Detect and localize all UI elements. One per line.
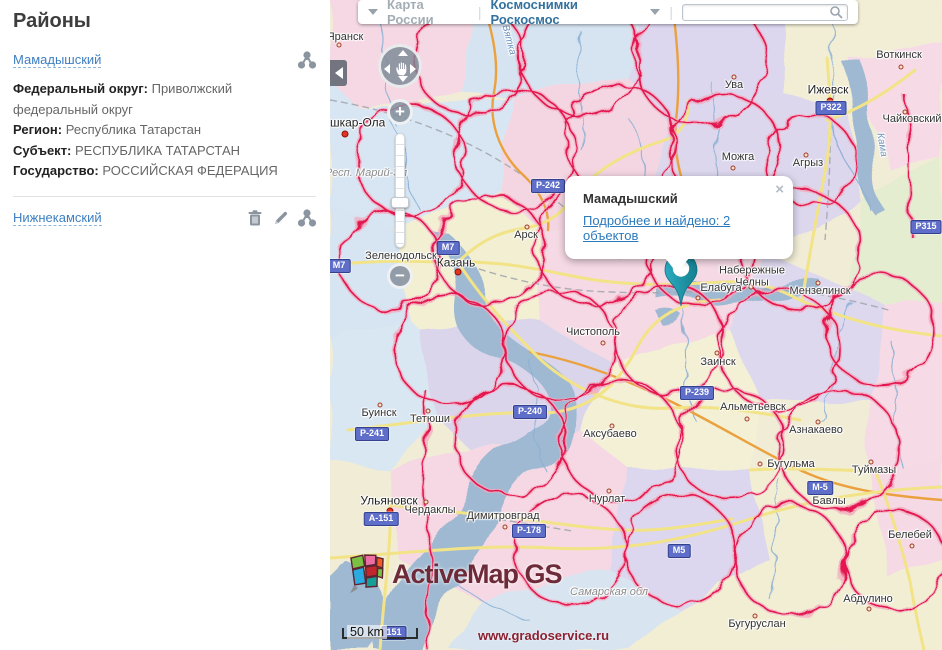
sidebar-collapse-button[interactable] — [330, 60, 347, 86]
layer-toolbar: Карта России | Космоснимки Роскосмос | — [358, 0, 858, 24]
field-label: Субъект: — [13, 143, 71, 158]
district-link-nizhnekamsky[interactable]: Нижнекамский — [13, 210, 102, 226]
page-title: Районы — [13, 10, 316, 33]
field-value: Республика Татарстан — [66, 122, 201, 137]
zoom-out-button[interactable]: − — [387, 263, 413, 289]
field-row: Субъект: РЕСПУБЛИКА ТАТАРСТАН — [13, 141, 316, 162]
zoom-slider-track[interactable] — [395, 133, 405, 248]
share-icon[interactable] — [298, 209, 316, 227]
activemap-logo-text: ActiveMap GS — [392, 559, 562, 590]
search-input[interactable] — [687, 6, 829, 19]
field-label: Государство: — [13, 163, 99, 178]
popup-title: Мамадышский — [583, 191, 775, 206]
zoom-in-button[interactable]: + — [387, 99, 413, 125]
activemap-logo: ActiveMap GS — [348, 553, 562, 595]
trash-icon[interactable] — [246, 209, 264, 227]
item-actions — [246, 209, 316, 227]
map-popup: × Мамадышский Подробнее и найдено: 2 объ… — [565, 176, 793, 259]
attribution-link[interactable]: www.gradoservice.ru — [478, 628, 609, 643]
layer-option-base[interactable]: Карта России — [387, 0, 469, 27]
sidebar: Районы Мамадышский Федеральный округ: Пр… — [0, 0, 330, 650]
chevron-down-icon[interactable] — [650, 9, 660, 15]
field-row: Федеральный округ: Приволжский федеральн… — [13, 79, 316, 120]
separator: | — [669, 4, 673, 20]
district-link-mamadyshsky[interactable]: Мамадышский — [13, 52, 101, 68]
scale-text: 50 km — [347, 625, 387, 639]
chevron-left-icon — [335, 67, 343, 79]
divider — [13, 196, 316, 197]
search-icon[interactable] — [829, 5, 843, 19]
field-label: Регион: — [13, 122, 62, 137]
popup-tail — [665, 258, 689, 273]
district-details: Федеральный округ: Приволжский федеральн… — [13, 79, 316, 182]
map-viewport: ЯранскУваВоткинскИжевскЧайковскийМожгаАг… — [330, 0, 942, 650]
popup-details-link[interactable]: Подробнее и найдено: 2 объектов — [583, 213, 775, 243]
zoom-slider-handle[interactable] — [391, 197, 409, 208]
list-item: Нижнекамский — [13, 209, 316, 227]
pan-control[interactable] — [378, 44, 422, 88]
field-label: Федеральный округ: — [13, 81, 148, 96]
edit-pencil-icon[interactable] — [272, 209, 290, 227]
close-icon[interactable]: × — [775, 182, 784, 197]
chevron-down-icon[interactable] — [368, 9, 378, 15]
pan-up-icon[interactable] — [398, 50, 408, 56]
layer-option-active[interactable]: Космоснимки Роскосмос — [491, 0, 642, 27]
share-icon[interactable] — [298, 51, 316, 69]
item-actions — [298, 51, 316, 69]
hand-icon — [393, 58, 413, 78]
list-item: Мамадышский — [13, 51, 316, 69]
field-row: Регион: Республика Татарстан — [13, 120, 316, 141]
field-row: Государство: РОССИЙСКАЯ ФЕДЕРАЦИЯ — [13, 161, 316, 182]
activemap-logo-icon — [348, 553, 386, 595]
pan-left-icon[interactable] — [384, 64, 390, 74]
activemap-app: Районы Мамадышский Федеральный округ: Пр… — [0, 0, 942, 650]
field-value: РЕСПУБЛИКА ТАТАРСТАН — [75, 143, 240, 158]
field-value: РОССИЙСКАЯ ФЕДЕРАЦИЯ — [102, 163, 277, 178]
scale-bar: 50 km — [342, 628, 418, 639]
search-box — [682, 4, 848, 21]
separator: | — [478, 4, 482, 20]
